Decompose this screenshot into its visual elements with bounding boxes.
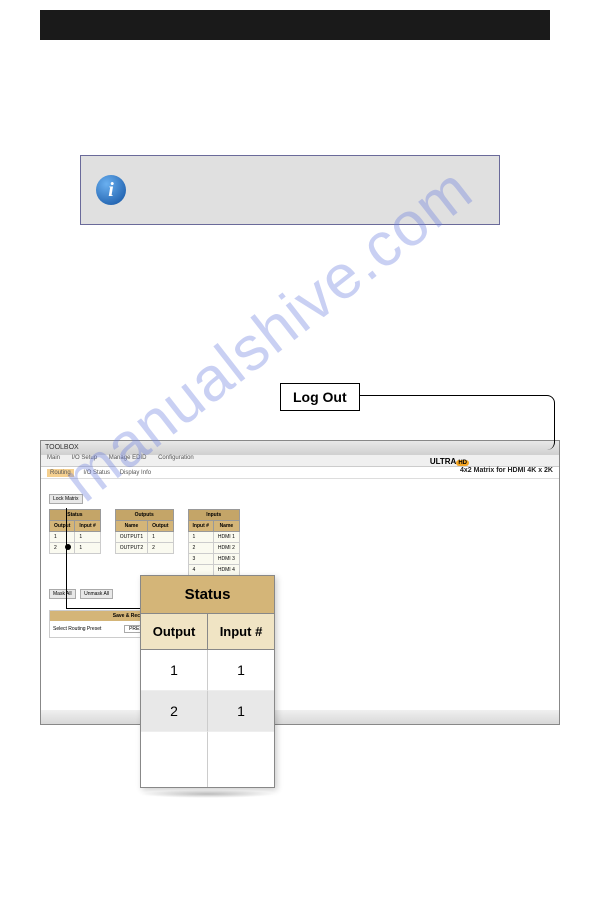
top-black-bar xyxy=(40,10,550,40)
info-note-box: i xyxy=(80,155,500,225)
callout-shadow xyxy=(140,790,275,798)
mini-inputs-table: Inputs Input #Name 1HDMI 1 2HDMI 2 3HDMI… xyxy=(188,509,240,576)
status-callout-line-h xyxy=(66,608,141,609)
mini-status-table: Status OutputInput # 11 21 xyxy=(49,509,101,576)
tab-config[interactable]: Configuration xyxy=(158,455,194,461)
table-row: 2 1 xyxy=(141,691,274,732)
unmask-all-btn[interactable]: Unmask All xyxy=(80,589,113,599)
product-name: 4x2 Matrix for HDMI 4K x 2K xyxy=(460,467,553,474)
cell-output: 2 xyxy=(141,691,208,732)
subtab-iostatus[interactable]: I/O Status xyxy=(83,470,110,476)
status-col-input: Input # xyxy=(208,614,274,650)
tab-main[interactable]: Main xyxy=(47,455,60,461)
preset-label: Select Routing Preset xyxy=(53,626,101,632)
table-row: 1 1 xyxy=(141,650,274,691)
status-title: Status xyxy=(141,576,274,614)
tab-io[interactable]: I/O Setup xyxy=(72,455,97,461)
ss-footer xyxy=(41,710,559,724)
cell-input: 1 xyxy=(208,691,274,732)
ss-main-tabs: Main I/O Setup Manage EDID Configuration xyxy=(41,455,559,467)
cell-output: 1 xyxy=(141,650,208,691)
empty-rows xyxy=(141,732,274,787)
logout-callout-label: Log Out xyxy=(280,383,360,411)
status-col-output: Output xyxy=(141,614,208,650)
lock-matrix-btn[interactable]: Lock Matrix xyxy=(49,494,83,504)
status-zoom-callout: Status Output Input # 1 1 2 1 xyxy=(140,575,275,788)
callout-connector xyxy=(350,395,555,450)
ultrahd-logo: ULTRAHD xyxy=(430,457,469,466)
mask-all-btn[interactable]: Mask All xyxy=(49,589,76,599)
cell-input: 1 xyxy=(208,650,274,691)
tab-edid[interactable]: Manage EDID xyxy=(109,455,147,461)
subtab-display[interactable]: Display Info xyxy=(120,470,151,476)
status-callout-line-v xyxy=(66,508,67,608)
mini-outputs-table: Outputs NameOutput OUTPUT11 OUTPUT22 xyxy=(115,509,174,576)
ss-content: Lock Matrix Status OutputInput # 11 21 O… xyxy=(41,479,559,719)
subtab-routing[interactable]: Routing xyxy=(47,469,74,477)
info-icon: i xyxy=(96,175,126,205)
embedded-screenshot: TOOLBOX Main I/O Setup Manage EDID Confi… xyxy=(40,440,560,725)
